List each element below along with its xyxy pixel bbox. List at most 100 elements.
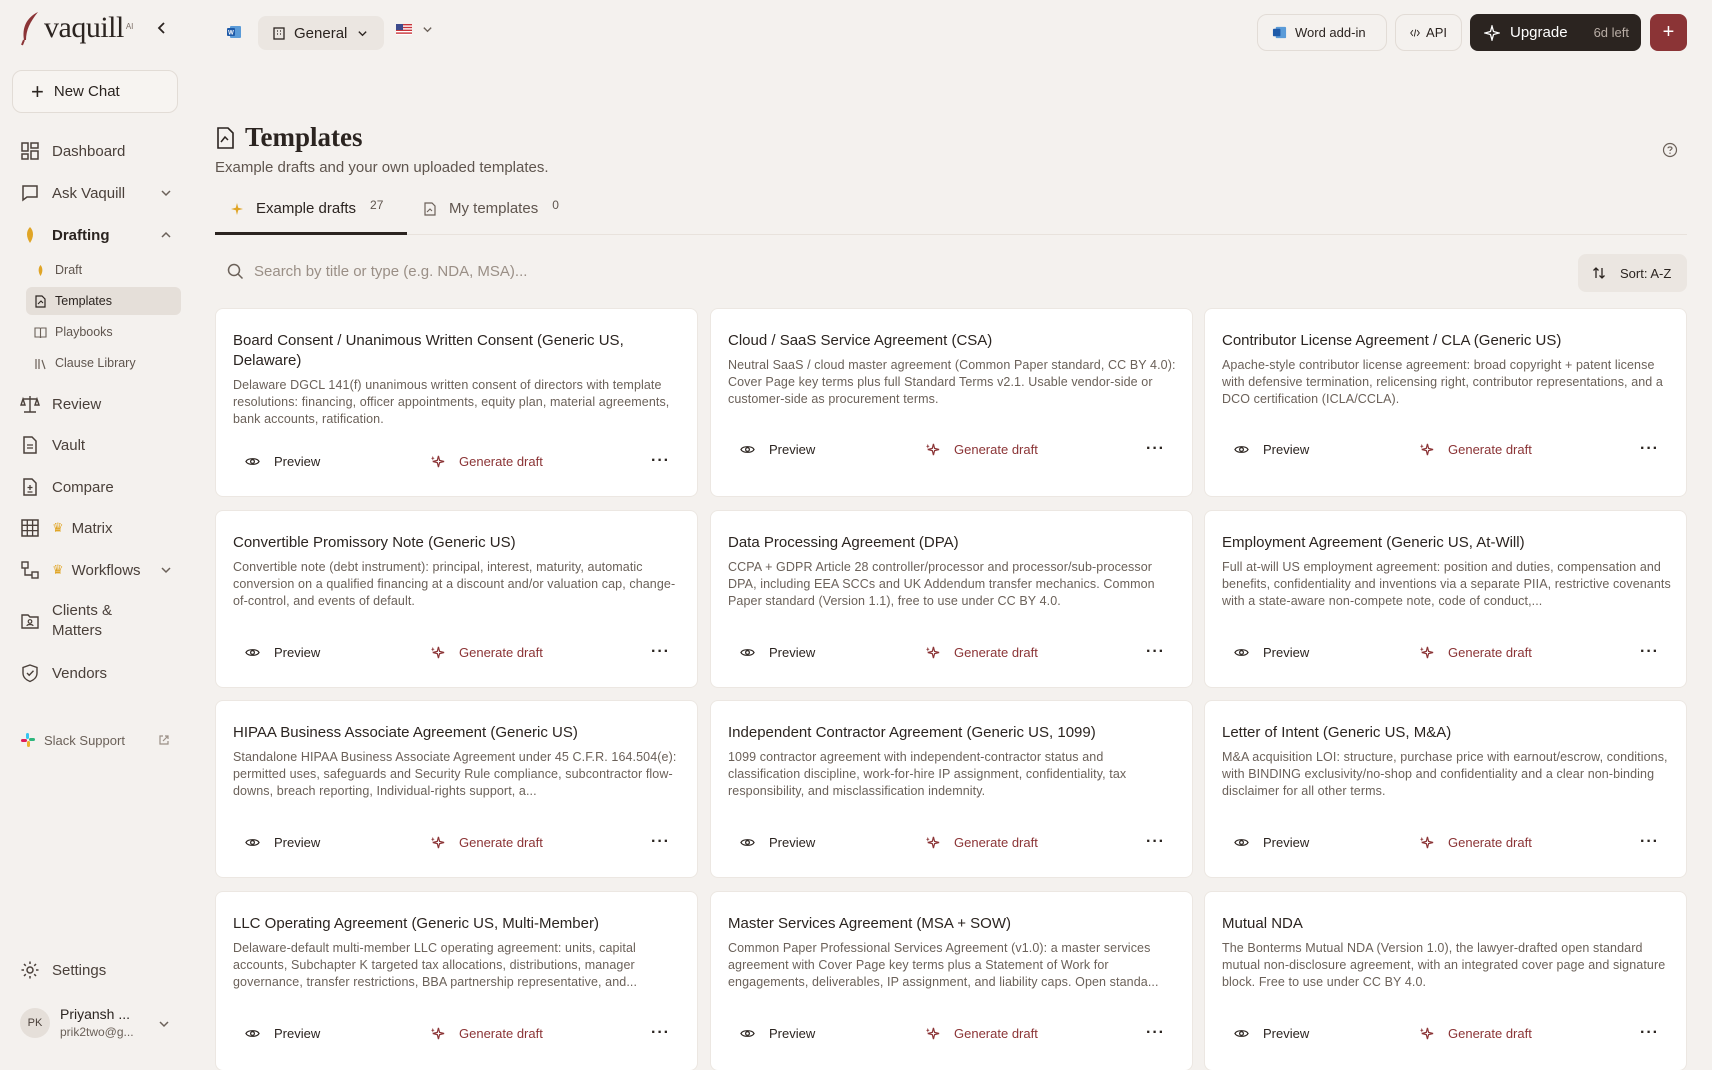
sidebar-item-compare[interactable]: Compare [20, 477, 172, 497]
preview-button[interactable]: Preview [245, 1026, 320, 1041]
template-card[interactable]: Mutual NDA The Bonterms Mutual NDA (Versi… [1204, 891, 1687, 1070]
preview-button[interactable]: Preview [245, 835, 320, 850]
more-options-button[interactable]: ··· [1146, 440, 1165, 458]
more-options-button[interactable]: ··· [1146, 833, 1165, 851]
template-card[interactable]: Convertible Promissory Note (Generic US)… [215, 510, 698, 688]
card-description: Neutral SaaS / cloud master agreement (C… [728, 358, 1176, 406]
sidebar-item-dashboard[interactable]: Dashboard [20, 141, 172, 161]
word-icon[interactable]: W [226, 24, 242, 40]
template-card[interactable]: Letter of Intent (Generic US, M&A) M&A ac… [1204, 700, 1687, 878]
generate-draft-button[interactable]: Generate draft [430, 645, 543, 660]
preview-button[interactable]: Preview [1234, 442, 1309, 457]
card-description: Full at-will US employment agreement: po… [1222, 560, 1671, 608]
sidebar-item-vendors[interactable]: Vendors [20, 663, 172, 683]
book-icon [34, 326, 47, 338]
help-icon[interactable] [1662, 142, 1678, 158]
sidebar-item-workflows[interactable]: ♛ Workflows [20, 560, 172, 580]
preview-button[interactable]: Preview [740, 442, 815, 457]
user-menu[interactable]: PK Priyansh ... prik2two@g... [20, 1006, 170, 1039]
card-actions: Preview Generate draft ··· [233, 642, 683, 662]
preview-button[interactable]: Preview [245, 645, 320, 660]
add-button[interactable]: + [1650, 14, 1687, 51]
collapse-sidebar-icon[interactable] [154, 20, 170, 36]
preview-button[interactable]: Preview [1234, 835, 1309, 850]
preview-button[interactable]: Preview [740, 1026, 815, 1041]
template-card[interactable]: HIPAA Business Associate Agreement (Gene… [215, 700, 698, 878]
settings-button[interactable]: Settings [20, 960, 106, 980]
generate-draft-button[interactable]: Generate draft [925, 835, 1038, 850]
api-button[interactable]: API [1395, 14, 1462, 51]
card-description: M&A acquisition LOI: structure, purchase… [1222, 750, 1668, 798]
sidebar-subitem-label: Draft [55, 263, 83, 277]
template-card[interactable]: Independent Contractor Agreement (Generi… [710, 700, 1193, 878]
language-select[interactable] [396, 24, 433, 35]
sidebar-item-drafting[interactable]: Drafting [20, 225, 172, 245]
generate-draft-button[interactable]: Generate draft [925, 1026, 1038, 1041]
generate-draft-button[interactable]: Generate draft [1419, 645, 1532, 660]
preview-label: Preview [274, 1025, 321, 1041]
sort-button[interactable]: Sort: A-Z [1578, 254, 1687, 292]
search-input[interactable] [254, 262, 854, 280]
logo[interactable]: vaquill AI [18, 10, 133, 46]
sparkle-icon [1419, 836, 1434, 848]
sidebar-item-vault[interactable]: Vault [20, 435, 172, 455]
sidebar-item-review[interactable]: Review [20, 394, 172, 414]
generate-draft-button[interactable]: Generate draft [925, 442, 1038, 457]
preview-button[interactable]: Preview [740, 835, 815, 850]
more-options-button[interactable]: ··· [1640, 440, 1659, 458]
workflow-icon [21, 561, 39, 579]
sort-label: Sort: A-Z [1620, 265, 1672, 281]
sparkle-icon [925, 443, 940, 455]
template-card[interactable]: Employment Agreement (Generic US, At-Wil… [1204, 510, 1687, 688]
sidebar-subitem-draft[interactable]: Draft [26, 256, 181, 284]
generate-draft-button[interactable]: Generate draft [1419, 835, 1532, 850]
card-actions: Preview Generate draft ··· [233, 832, 683, 852]
more-options-button[interactable]: ··· [1146, 1024, 1165, 1042]
generate-draft-button[interactable]: Generate draft [430, 835, 543, 850]
preview-button[interactable]: Preview [1234, 1026, 1309, 1041]
template-card[interactable]: Data Processing Agreement (DPA) CCPA + GD… [710, 510, 1193, 688]
template-card[interactable]: Contributor License Agreement / CLA (Gen… [1204, 308, 1687, 497]
preview-button[interactable]: Preview [1234, 645, 1309, 660]
more-options-button[interactable]: ··· [1640, 643, 1659, 661]
more-options-button[interactable]: ··· [651, 833, 670, 851]
generate-draft-button[interactable]: Generate draft [1419, 1026, 1532, 1041]
template-card[interactable]: Board Consent / Unanimous Written Consen… [215, 308, 698, 497]
generate-draft-button[interactable]: Generate draft [430, 454, 543, 469]
tab-example-drafts[interactable]: Example drafts 27 [230, 198, 383, 217]
sidebar-subitem-playbooks[interactable]: Playbooks [26, 318, 181, 346]
upgrade-button[interactable]: Upgrade 6d left [1470, 14, 1641, 51]
sidebar-subitem-clause-library[interactable]: Clause Library [26, 349, 181, 377]
more-options-button[interactable]: ··· [651, 643, 670, 661]
template-card[interactable]: Master Services Agreement (MSA + SOW) Com… [710, 891, 1193, 1070]
more-options-button[interactable]: ··· [1640, 833, 1659, 851]
sidebar-subitem-templates[interactable]: Templates [26, 287, 181, 315]
more-options-button[interactable]: ··· [651, 1024, 670, 1042]
sidebar-item-clients-matters[interactable]: Clients & Matters [20, 601, 172, 641]
preview-button[interactable]: Preview [245, 454, 320, 469]
word-addin-button[interactable]: Word add-in [1257, 14, 1387, 51]
template-card[interactable]: Cloud / SaaS Service Agreement (CSA) Neut… [710, 308, 1193, 497]
generate-draft-button[interactable]: Generate draft [430, 1026, 543, 1041]
more-options-button[interactable]: ··· [1146, 643, 1165, 661]
generate-draft-button[interactable]: Generate draft [925, 645, 1038, 660]
sidebar-item-label: Vendors [52, 664, 108, 682]
new-chat-label: New Chat [53, 83, 120, 100]
generate-draft-button[interactable]: Generate draft [1419, 442, 1532, 457]
more-options-button[interactable]: ··· [651, 452, 670, 470]
more-icon: ··· [651, 452, 670, 469]
slack-support-link[interactable]: Slack Support [20, 732, 170, 748]
sidebar-item-ask-vaquill[interactable]: Ask Vaquill [20, 183, 172, 203]
preview-button[interactable]: Preview [740, 645, 815, 660]
new-chat-button[interactable]: + New Chat [12, 70, 178, 113]
workspace-select[interactable]: General [258, 16, 384, 50]
tab-my-templates[interactable]: My templates 0 [423, 198, 559, 217]
card-title: Board Consent / Unanimous Written Consen… [233, 332, 624, 369]
more-options-button[interactable]: ··· [1640, 1024, 1659, 1042]
workspace-label: General [294, 24, 348, 42]
card-title: Independent Contractor Agreement (Generi… [728, 724, 1096, 741]
template-card[interactable]: LLC Operating Agreement (Generic US, Mul… [215, 891, 698, 1070]
sidebar-subitem-label: Clause Library [55, 356, 136, 370]
eye-icon [740, 838, 755, 846]
sidebar-item-matrix[interactable]: ♛ Matrix [20, 518, 172, 538]
